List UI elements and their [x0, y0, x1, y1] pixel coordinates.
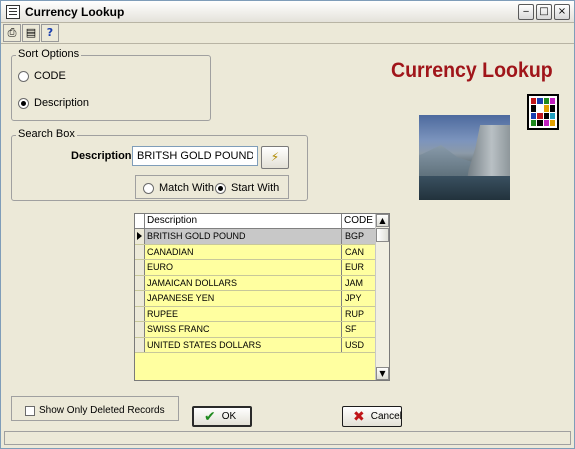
table-row[interactable]: EURO EUR	[135, 260, 375, 276]
sort-code-radio[interactable]: CODE	[18, 70, 66, 82]
status-bar	[4, 431, 571, 445]
cell-code: CAN	[345, 246, 365, 257]
window-title: Currency Lookup	[25, 5, 125, 19]
table-row[interactable]: JAMAICAN DOLLARS JAM	[135, 275, 375, 291]
report-icon[interactable]: ▤	[22, 24, 40, 42]
cell-description: SWISS FRANC	[145, 322, 342, 337]
currency-grid: Description CODE BRITISH GOLD POUND BGP …	[134, 213, 390, 381]
table-row[interactable]: CANADIAN CAN	[135, 244, 375, 260]
sort-description-radio[interactable]: Description	[18, 97, 89, 109]
grid-header: Description CODE	[135, 214, 375, 229]
currency-lookup-window: Currency Lookup ‒ □ × ⎙ ▤ ? Sort Options…	[0, 0, 575, 449]
cell-description: BRITISH GOLD POUND	[145, 229, 342, 244]
row-pointer-icon	[137, 232, 142, 240]
checkmark-icon: ✔	[204, 408, 216, 425]
lightning-icon: ⚡	[270, 150, 280, 164]
start-with-radio[interactable]: Start With	[215, 182, 279, 194]
column-header-description[interactable]: Description	[145, 214, 342, 228]
title-bar[interactable]: Currency Lookup ‒ □ ×	[1, 1, 574, 23]
table-row[interactable]: RUPEE RUP	[135, 306, 375, 322]
cell-description: JAMAICAN DOLLARS	[145, 275, 342, 290]
cell-code: USD	[345, 339, 365, 350]
cell-description: CANADIAN	[145, 244, 342, 259]
brand-title: Currency Lookup	[391, 59, 553, 82]
cell-description: UNITED STATES DOLLARS	[145, 337, 342, 352]
match-with-radio[interactable]: Match With	[143, 182, 214, 194]
match-with-label: Match With	[159, 182, 215, 194]
ok-label: OK	[221, 411, 237, 422]
show-deleted-label[interactable]: Show Only Deleted Records	[39, 405, 165, 416]
currency-logo-icon	[527, 94, 559, 130]
close-button[interactable]: ×	[554, 4, 570, 20]
table-row[interactable]: BRITISH GOLD POUND BGP	[135, 229, 375, 245]
toolbar-divider	[1, 43, 574, 44]
grid-rows: BRITISH GOLD POUND BGP CANADIAN CAN EURO…	[135, 229, 375, 353]
cell-description: JAPANESE YEN	[145, 291, 342, 306]
print-icon[interactable]: ⎙	[3, 24, 21, 42]
table-row[interactable]: SWISS FRANC SF	[135, 322, 375, 338]
cell-description: RUPEE	[145, 306, 342, 321]
table-row[interactable]: JAPANESE YEN JPY	[135, 291, 375, 307]
radio-indicator	[18, 70, 29, 82]
cancel-button[interactable]: ✖ Cancel	[342, 406, 402, 427]
cell-code: JAM	[345, 277, 363, 288]
search-box-legend: Search Box	[16, 128, 77, 140]
minimize-button[interactable]: ‒	[518, 4, 534, 20]
cell-code: EUR	[345, 262, 365, 272]
help-icon[interactable]: ?	[41, 24, 59, 42]
cell-code: JPY	[345, 293, 362, 303]
start-with-label: Start With	[231, 182, 280, 194]
toolbar: ⎙ ▤ ?	[3, 24, 59, 44]
search-go-button[interactable]: ⚡	[261, 146, 289, 169]
scroll-up-icon[interactable]: ▲	[376, 214, 389, 227]
sort-description-label: Description	[34, 97, 90, 109]
radio-indicator	[215, 182, 226, 194]
description-search-input[interactable]	[132, 146, 258, 166]
cell-code: BGP	[342, 229, 375, 244]
cell-description: EURO	[145, 260, 342, 275]
cell-code: RUP	[345, 308, 365, 319]
scroll-down-icon[interactable]: ▼	[376, 367, 389, 380]
maximize-button[interactable]: □	[536, 4, 552, 20]
sort-code-label: CODE	[34, 70, 66, 82]
scroll-thumb[interactable]	[376, 228, 389, 242]
cancel-label: Cancel	[370, 411, 402, 422]
landscape-image	[419, 115, 510, 200]
column-header-code[interactable]: CODE	[342, 214, 375, 228]
description-label: Description	[71, 150, 132, 162]
ok-button[interactable]: ✔ OK	[192, 406, 252, 427]
radio-indicator	[143, 182, 154, 194]
sort-options-group: Sort Options	[11, 48, 211, 121]
show-deleted-checkbox[interactable]	[25, 406, 35, 416]
sort-options-legend: Sort Options	[16, 48, 82, 60]
table-row[interactable]: UNITED STATES DOLLARS USD	[135, 337, 375, 353]
window-icon	[6, 5, 20, 19]
radio-indicator	[18, 97, 29, 109]
cancel-x-icon: ✖	[353, 408, 365, 425]
grid-vertical-scrollbar[interactable]: ▲ ▼	[375, 214, 389, 380]
cell-code: SF	[345, 324, 357, 334]
